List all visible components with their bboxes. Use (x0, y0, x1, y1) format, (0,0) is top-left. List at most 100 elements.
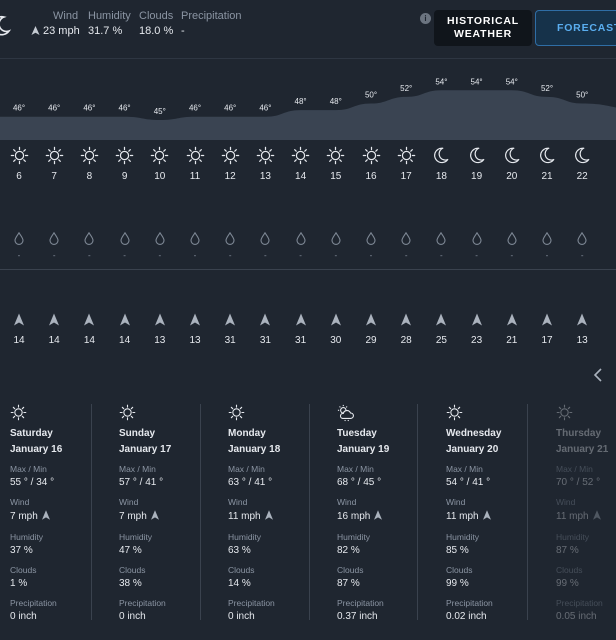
weather-icon-wrap (283, 146, 319, 166)
raindrop-icon (436, 231, 446, 245)
hour-column: 8 - 14 (71, 146, 107, 346)
wind-label: Wind (556, 497, 616, 507)
humidity-value-text: 82 % (337, 545, 360, 556)
day-card[interactable]: Monday January 18 Max / Min 63 ° / 41 ° Wind… (228, 404, 328, 622)
max-min-label: Max / Min (337, 464, 437, 474)
precipitation-wrap (459, 231, 495, 250)
hour-label: 17 (400, 171, 412, 182)
hour-column: 19 - 23 (459, 146, 495, 346)
wind-label: Wind (337, 497, 437, 507)
wind-direction-icon (225, 313, 236, 326)
day-card[interactable]: Thursday January 21 Max / Min 70 ° / 52 ° Wi… (556, 404, 616, 622)
clouds-value-text: 1 % (10, 578, 28, 589)
humidity-label-text: Humidity (337, 532, 371, 542)
weather-icon-wrap (353, 146, 389, 166)
current-clouds: Clouds 18.0 % (139, 10, 173, 37)
day-name: Sunday (119, 428, 219, 439)
wind-direction-icon (295, 313, 306, 326)
precipitation-value: - (369, 251, 373, 260)
wind-direction-icon (366, 313, 376, 326)
wind-direction-icon (436, 313, 447, 326)
precipitation-wrap (142, 231, 178, 250)
day-date: January 21 (556, 444, 616, 455)
humidity-value-text: 87 % (556, 545, 579, 556)
wind-direction-wrap (374, 510, 383, 523)
hour-column: 6 - 14 (1, 146, 37, 346)
day-date: January 17 (119, 444, 219, 455)
day-date-text: January 16 (10, 444, 63, 455)
hour-column: 18 - 25 (423, 146, 459, 346)
info-icon[interactable]: i (420, 13, 431, 24)
current-humidity: Humidity 31.7 % (88, 10, 131, 37)
max-min-value: 55 ° / 34 ° (10, 477, 110, 488)
historical-weather-button[interactable]: HISTORICAL WEATHER (434, 10, 532, 46)
humidity-value-text: 85 % (446, 545, 469, 556)
humidity-value: 47 % (119, 545, 219, 556)
chevron-left-icon[interactable] (592, 368, 604, 382)
wind-arrow-wrap (564, 313, 600, 331)
raindrop-icon (331, 231, 341, 245)
humidity-value: 31.7 % (88, 25, 123, 37)
wind-arrow-wrap (107, 313, 143, 331)
wind-direction-wrap (482, 510, 491, 523)
wind-value: 16 mph (337, 510, 437, 523)
wind-arrow-wrap (36, 313, 72, 331)
wind-value: 11 mph (556, 510, 616, 523)
wind-speed: 25 (435, 335, 447, 346)
sun-cloud-rain-icon (337, 404, 354, 422)
wind-value: 7 mph (10, 510, 110, 523)
wind-value: 23 mph (43, 25, 80, 37)
day-card[interactable]: Wednesday January 20 Max / Min 54 ° / 41 ° W… (446, 404, 546, 622)
wind-arrow-wrap (459, 313, 495, 331)
temperature-label: 50° (365, 91, 377, 100)
temperature-label: 46° (189, 104, 201, 113)
clouds-label-text: Clouds (337, 565, 364, 575)
clouds-value: 14 % (228, 578, 328, 589)
hour-column: 22 - 13 (564, 146, 600, 346)
wind-label: Wind (228, 497, 328, 507)
day-card[interactable]: Sunday January 17 Max / Min 57 ° / 41 ° Wind… (119, 404, 219, 622)
precipitation-value: - (88, 251, 91, 260)
humidity-value-text: 37 % (10, 545, 33, 556)
wind-direction-icon (374, 510, 383, 520)
day-weather-icon (337, 404, 437, 422)
hour-column: 21 - 17 (529, 146, 565, 346)
hour-label: 14 (295, 171, 307, 182)
max-min-label-text: Max / Min (446, 464, 483, 474)
wind-direction-icon (49, 313, 60, 326)
precipitation-value: - (228, 251, 232, 260)
day-weather-icon (10, 404, 110, 422)
humidity-label: Humidity (119, 532, 219, 542)
temperature-label: 46° (13, 104, 25, 113)
clouds-label-text: Clouds (228, 565, 255, 575)
precipitation-value-text: 0.02 inch (446, 611, 487, 622)
wind-speed: 14 (119, 335, 131, 346)
wind-arrow-wrap (212, 313, 248, 331)
day-weather-icon (228, 404, 328, 422)
wind-direction-icon (330, 313, 341, 326)
wind-direction-icon (471, 313, 482, 326)
forecast-button[interactable]: FORECAST (535, 10, 616, 46)
sun-icon (10, 404, 27, 421)
humidity-label-text: Humidity (10, 532, 44, 542)
wind-direction-wrap (150, 510, 159, 523)
raindrop-icon (577, 231, 587, 245)
day-card[interactable]: Tuesday January 19 Max / Min 68 ° / 45 ° Win… (337, 404, 437, 622)
day-name-text: Wednesday (446, 428, 502, 439)
wind-direction-icon (154, 313, 165, 326)
precipitation-label: Precipitation (10, 598, 110, 608)
day-name: Saturday (10, 428, 110, 439)
humidity-label-text: Humidity (556, 532, 590, 542)
precipitation-wrap (247, 231, 283, 250)
wind-label-text: Wind (556, 497, 576, 507)
day-name: Wednesday (446, 428, 546, 439)
wind-value-text: 7 mph (119, 511, 147, 522)
divider (0, 269, 616, 270)
moon-icon (504, 147, 520, 164)
day-card[interactable]: Saturday January 16 Max / Min 55 ° / 34 ° Wi… (10, 404, 110, 622)
precipitation-value: - (181, 25, 185, 37)
temperature-label: 46° (83, 104, 95, 113)
precipitation-wrap (1, 231, 37, 250)
precipitation-label: Precipitation (181, 10, 242, 22)
hour-column: 13 - 31 (247, 146, 283, 346)
